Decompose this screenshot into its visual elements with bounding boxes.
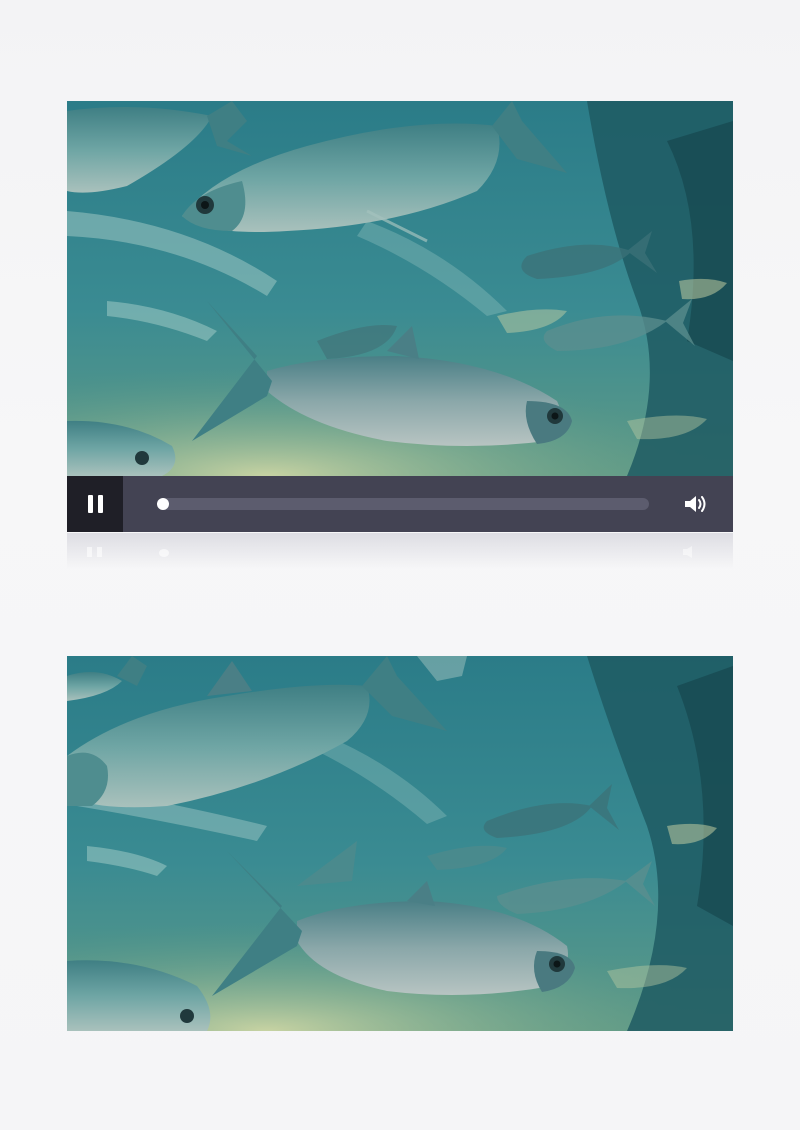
underwater-fish-scene (67, 101, 733, 476)
video-still-frame (67, 656, 733, 1031)
progress-bar[interactable] (157, 498, 649, 510)
controls-reflection (67, 533, 733, 569)
pause-icon (87, 495, 93, 513)
volume-icon[interactable] (681, 490, 709, 518)
underwater-fish-scene-2 (67, 656, 733, 1031)
video-player[interactable] (67, 101, 733, 532)
video-frame[interactable] (67, 101, 733, 476)
video-controls (67, 476, 733, 532)
progress-handle[interactable] (157, 498, 169, 510)
pause-button[interactable] (67, 476, 123, 532)
